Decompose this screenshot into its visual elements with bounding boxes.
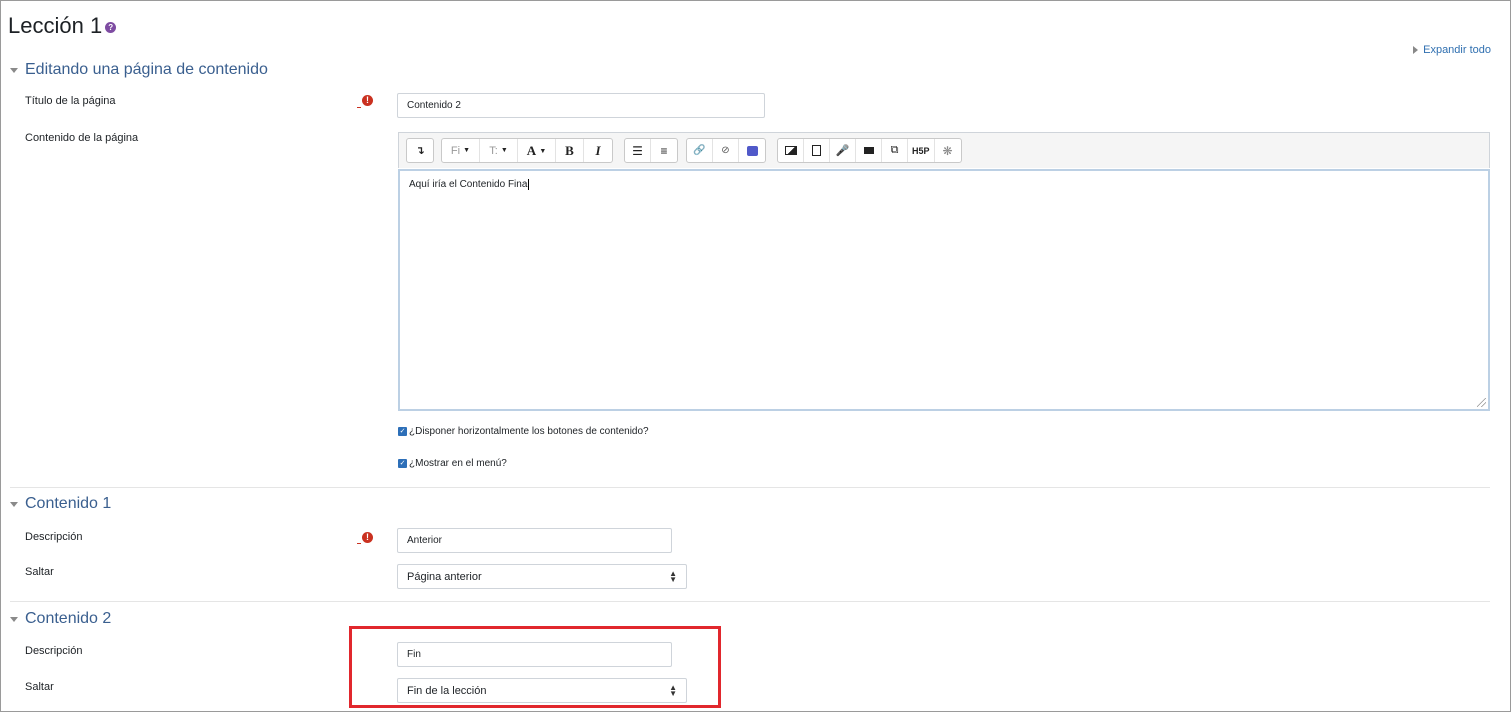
microphone-icon: 🎤 — [835, 145, 850, 157]
record-video-button[interactable] — [856, 139, 882, 162]
unlink-button[interactable]: ⊘ — [713, 139, 739, 162]
required-icon: ! — [362, 95, 373, 106]
media-button[interactable] — [804, 139, 830, 162]
font-color-button[interactable]: A ▼ — [518, 139, 556, 162]
content1-jump-value: Página anterior — [407, 570, 482, 583]
caret-right-icon — [1413, 46, 1419, 54]
section-header-content2[interactable]: Contenido 2 — [10, 610, 111, 628]
accessibility-button[interactable]: ❋ — [935, 139, 961, 162]
resize-handle-icon[interactable] — [1477, 398, 1486, 407]
show-in-menu-label: ¿Mostrar en el menú? — [409, 458, 507, 469]
checkbox-checked-icon[interactable]: ✓ — [398, 427, 407, 436]
caret-down-icon — [10, 67, 18, 73]
font-color-label: A — [526, 142, 537, 158]
manage-files-button[interactable]: ⧉ — [882, 139, 908, 162]
font-size-label: T: — [489, 144, 498, 157]
font-family-label: Fi — [450, 144, 461, 157]
editor-toolbar: ↴ Fi ▼ T: ▼ A ▼ B I ☰ ≡ 🔗 ⊘ 🎤 ⧉ H5P ❋ — [398, 132, 1490, 168]
font-size-button[interactable]: T: ▼ — [480, 139, 518, 162]
content1-description-label: Descripción — [25, 531, 83, 543]
horizontal-buttons-checkbox-row[interactable]: ✓ ¿Disponer horizontalmente los botones … — [398, 426, 649, 437]
title-label: Título de la página — [25, 95, 116, 107]
page-title-text: Lección 1 — [8, 13, 103, 38]
highlight-box — [349, 626, 721, 708]
page-title-input[interactable] — [397, 93, 765, 118]
section-divider — [10, 487, 1490, 488]
text-cursor — [528, 179, 530, 190]
toolbar-group-media: 🎤 ⧉ H5P ❋ — [777, 138, 962, 163]
bold-label: B — [565, 142, 574, 158]
content-label: Contenido de la página — [25, 132, 139, 144]
expand-all-link[interactable]: Expandir todo — [1413, 44, 1491, 56]
link-button[interactable]: 🔗 — [687, 139, 713, 162]
required-dash — [357, 543, 361, 544]
toolbar-group-collapse: ↴ — [406, 138, 434, 163]
bold-button[interactable]: B — [556, 139, 584, 162]
toolbar-group-links: 🔗 ⊘ — [686, 138, 766, 163]
content2-jump-label: Saltar — [25, 681, 54, 693]
italic-label: I — [595, 142, 601, 158]
link-icon: 🔗 — [693, 145, 706, 156]
caret-down-icon — [10, 501, 18, 507]
section-header-label: Contenido 2 — [25, 610, 112, 627]
section-header-label: Editando una página de contenido — [25, 61, 268, 78]
gear-icon: ❋ — [942, 143, 953, 158]
record-audio-button[interactable]: 🎤 — [830, 139, 856, 162]
content1-description-input[interactable] — [397, 528, 672, 553]
section-header-editing[interactable]: Editando una página de contenido — [10, 61, 268, 79]
content1-jump-label: Saltar — [25, 566, 54, 578]
collapse-toolbar-button[interactable]: ↴ — [407, 139, 433, 162]
caret-down-icon — [10, 616, 18, 622]
checkbox-checked-icon[interactable]: ✓ — [398, 459, 407, 468]
h5p-button[interactable]: H5P — [908, 139, 935, 162]
teams-icon — [746, 145, 758, 156]
section-header-content1[interactable]: Contenido 1 — [10, 495, 111, 513]
show-in-menu-checkbox-row[interactable]: ✓ ¿Mostrar en el menú? — [398, 458, 507, 469]
ordered-list-button[interactable]: ≡ — [651, 139, 677, 162]
toolbar-group-format: Fi ▼ T: ▼ A ▼ B I — [441, 138, 613, 163]
list-number-icon: ≡ — [660, 143, 668, 158]
list-bullet-icon: ☰ — [632, 143, 643, 158]
arrow-down-turn-icon: ↴ — [415, 145, 425, 157]
content1-jump-select[interactable]: Página anterior ▲ ▼ — [397, 564, 687, 589]
teams-button[interactable] — [739, 139, 765, 162]
h5p-label: H5P — [912, 145, 930, 156]
file-icon — [812, 145, 821, 156]
image-button[interactable] — [778, 139, 804, 162]
image-icon — [784, 146, 797, 155]
help-icon[interactable]: ? — [105, 21, 117, 33]
content-editor[interactable]: Aquí iría el Contenido Fina — [398, 169, 1490, 411]
required-dash — [357, 107, 361, 108]
unordered-list-button[interactable]: ☰ — [625, 139, 651, 162]
content2-description-label: Descripción — [25, 645, 83, 657]
page-title: Lección 1 ? — [8, 13, 117, 39]
italic-button[interactable]: I — [584, 139, 612, 162]
select-arrows-icon: ▲ ▼ — [669, 568, 677, 584]
section-divider — [10, 601, 1490, 602]
section-header-label: Contenido 1 — [25, 495, 112, 512]
expand-all-label: Expandir todo — [1423, 44, 1491, 56]
horizontal-buttons-label: ¿Disponer horizontalmente los botones de… — [409, 426, 649, 437]
required-icon: ! — [362, 532, 373, 543]
toolbar-group-lists: ☰ ≡ — [624, 138, 678, 163]
unlink-icon: ⊘ — [721, 145, 730, 156]
video-camera-icon — [863, 147, 874, 154]
copy-files-icon: ⧉ — [890, 144, 899, 156]
editor-text: Aquí iría el Contenido Fina — [409, 179, 528, 190]
font-family-button[interactable]: Fi ▼ — [442, 139, 480, 162]
